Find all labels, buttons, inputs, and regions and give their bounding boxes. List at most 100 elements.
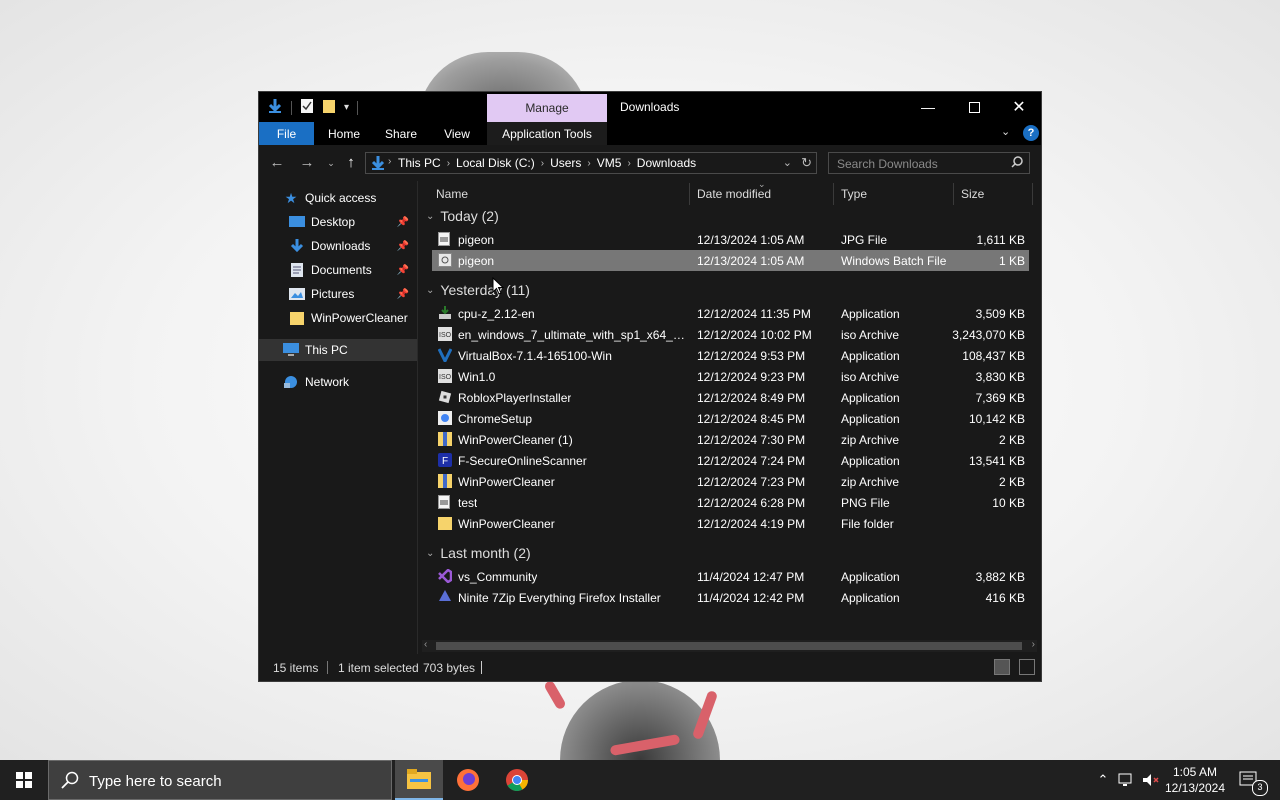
file-date: 12/12/2024 8:45 PM	[697, 412, 806, 426]
collapse-chevron-icon[interactable]: ⌄	[426, 548, 434, 559]
help-icon[interactable]: ?	[1023, 125, 1039, 141]
table-row[interactable]: RobloxPlayerInstaller 12/12/2024 8:49 PM A…	[432, 387, 1029, 408]
table-row[interactable]: ChromeSetup 12/12/2024 8:45 PM Application…	[432, 408, 1029, 429]
pin-icon[interactable]: 📌	[397, 289, 409, 300]
back-button[interactable]: ←	[267, 154, 287, 172]
table-row[interactable]: WinPowerCleaner (1) 12/12/2024 7:30 PM zip…	[432, 429, 1029, 450]
nav-downloads[interactable]: Downloads 📌	[259, 235, 417, 257]
address-bar[interactable]: › This PC › Local Disk (C:) › Users › VM5 › …	[365, 152, 817, 174]
table-row[interactable]: Ninite 7Zip Everything Firefox Installer…	[432, 587, 1029, 608]
svg-text:ISO: ISO	[439, 374, 452, 381]
breadcrumb-local-disk[interactable]: Local Disk (C:)	[456, 156, 535, 170]
file-name: VirtualBox-7.1.4-165100-Win	[458, 349, 612, 363]
table-row[interactable]: WinPowerCleaner 12/12/2024 7:23 PM zip Arc…	[432, 471, 1029, 492]
pin-icon[interactable]: 📌	[397, 265, 409, 276]
collapse-chevron-icon[interactable]: ⌄	[426, 211, 434, 222]
network-status-button[interactable]	[1116, 760, 1138, 800]
properties-icon[interactable]	[300, 98, 314, 117]
table-row[interactable]: WinPowerCleaner 12/12/2024 4:19 PM File fo…	[432, 513, 1029, 534]
system-clock[interactable]: 1:05 AM 12/13/2024	[1162, 764, 1228, 796]
taskbar-search-box[interactable]: Type here to search	[48, 760, 392, 800]
tab-file[interactable]: File	[259, 122, 314, 145]
nav-documents[interactable]: Documents 📌	[259, 259, 417, 281]
breadcrumb-downloads[interactable]: Downloads	[637, 156, 696, 170]
table-row[interactable]: ISO Win1.0 12/12/2024 9:23 PM iso Archive 3,…	[432, 366, 1029, 387]
table-row[interactable]: F F-SecureOnlineScanner 12/12/2024 7:24 PM…	[432, 450, 1029, 471]
address-history-dropdown-icon[interactable]: ⌄	[783, 156, 792, 169]
expand-ribbon-chevron-icon[interactable]: ⌄	[1001, 125, 1010, 138]
table-row[interactable]: vs_Community 11/4/2024 12:47 PM Applicatio…	[432, 566, 1029, 587]
virtualbox-icon	[437, 348, 453, 365]
scrollbar-thumb[interactable]	[436, 642, 1022, 650]
notification-center-button[interactable]: 3	[1234, 760, 1268, 800]
search-input[interactable]: Search Downloads	[828, 152, 1030, 174]
large-icons-view-button[interactable]	[1019, 659, 1035, 675]
nav-quick-access[interactable]: ★ Quick access	[259, 187, 417, 209]
file-type: Windows Batch File	[841, 254, 947, 268]
pigeon-foot-image	[543, 679, 567, 711]
file-date: 12/12/2024 4:19 PM	[697, 517, 806, 531]
recent-locations-button[interactable]: ⌄	[321, 154, 341, 172]
tab-view[interactable]: View	[433, 122, 481, 145]
customize-toolbar-dropdown-icon[interactable]: ▾	[344, 102, 349, 113]
column-divider[interactable]	[1032, 183, 1033, 205]
pin-icon[interactable]: 📌	[397, 217, 409, 228]
column-header-type[interactable]: Type	[841, 181, 867, 207]
table-row[interactable]: test 12/12/2024 6:28 PM PNG File 10 KB	[432, 492, 1029, 513]
nav-desktop[interactable]: Desktop 📌	[259, 211, 417, 233]
start-button[interactable]	[0, 760, 48, 800]
taskbar-firefox[interactable]	[444, 760, 492, 800]
file-size: 10,142 KB	[968, 412, 1025, 426]
file-size: 10 KB	[992, 496, 1025, 510]
tab-application-tools[interactable]: Application Tools	[487, 122, 607, 145]
column-divider[interactable]	[953, 183, 954, 205]
scroll-right-icon[interactable]: ›	[1032, 639, 1035, 650]
status-bar: 15 items 1 item selected 703 bytes	[259, 654, 1041, 681]
collapse-chevron-icon[interactable]: ⌄	[426, 285, 434, 296]
file-name: pigeon	[458, 254, 495, 268]
column-header-name[interactable]: Name	[436, 181, 468, 207]
pin-icon[interactable]: 📌	[397, 241, 409, 252]
nav-this-pc[interactable]: This PC	[259, 339, 417, 361]
taskbar-chrome[interactable]	[493, 760, 541, 800]
tab-home[interactable]: Home	[319, 122, 369, 145]
chrome-setup-icon	[438, 411, 452, 425]
table-row[interactable]: cpu-z_2.12-en 12/12/2024 11:35 PM Applicat…	[432, 303, 1029, 324]
column-divider[interactable]	[833, 183, 834, 205]
downloads-arrow-icon[interactable]	[267, 98, 283, 117]
manage-contextual-tab[interactable]: Manage	[487, 94, 607, 122]
table-row[interactable]: ISO en_windows_7_ultimate_with_sp1_x64_dv…	[432, 324, 1029, 345]
refresh-icon[interactable]: ↻	[801, 155, 812, 171]
taskbar-file-explorer[interactable]	[395, 760, 443, 800]
nav-label: Documents	[311, 263, 372, 277]
column-header-size[interactable]: Size	[961, 181, 984, 207]
table-row[interactable]: VirtualBox-7.1.4-165100-Win 12/12/2024 9:…	[432, 345, 1029, 366]
tab-share[interactable]: Share	[375, 122, 427, 145]
nav-winpowercleaner[interactable]: WinPowerCleaner	[259, 307, 417, 329]
chrome-icon	[506, 769, 528, 791]
details-view-button[interactable]	[994, 659, 1010, 675]
group-header[interactable]: ⌄ Today (2)	[426, 207, 499, 225]
nav-network[interactable]: Network	[259, 371, 417, 393]
group-header[interactable]: ⌄ Last month (2)	[426, 544, 531, 562]
column-divider[interactable]	[689, 183, 690, 205]
table-row[interactable]: pigeon 12/13/2024 1:05 AM Windows Batch Fi…	[432, 250, 1029, 271]
breadcrumb-this-pc[interactable]: This PC	[398, 156, 441, 170]
network-disconnected-icon	[1118, 773, 1132, 786]
horizontal-scrollbar[interactable]: ‹ ›	[422, 639, 1037, 652]
up-button[interactable]: ↑	[341, 154, 361, 172]
nav-pictures[interactable]: Pictures 📌	[259, 283, 417, 305]
forward-button[interactable]: →	[297, 154, 317, 172]
maximize-button[interactable]	[951, 92, 997, 122]
close-button[interactable]: ✕	[996, 92, 1042, 122]
group-header[interactable]: ⌄ Yesterday (11)	[426, 281, 530, 299]
volume-button[interactable]	[1140, 760, 1162, 800]
breadcrumb-vm5[interactable]: VM5	[597, 156, 622, 170]
new-folder-icon[interactable]	[322, 98, 336, 117]
show-hidden-icons-button[interactable]: ⌃	[1092, 760, 1114, 800]
table-row[interactable]: pigeon 12/13/2024 1:05 AM JPG File 1,611 KB	[432, 229, 1029, 250]
file-name: test	[458, 496, 478, 510]
scroll-left-icon[interactable]: ‹	[424, 639, 427, 650]
breadcrumb-users[interactable]: Users	[550, 156, 581, 170]
minimize-button[interactable]: —	[905, 92, 951, 122]
